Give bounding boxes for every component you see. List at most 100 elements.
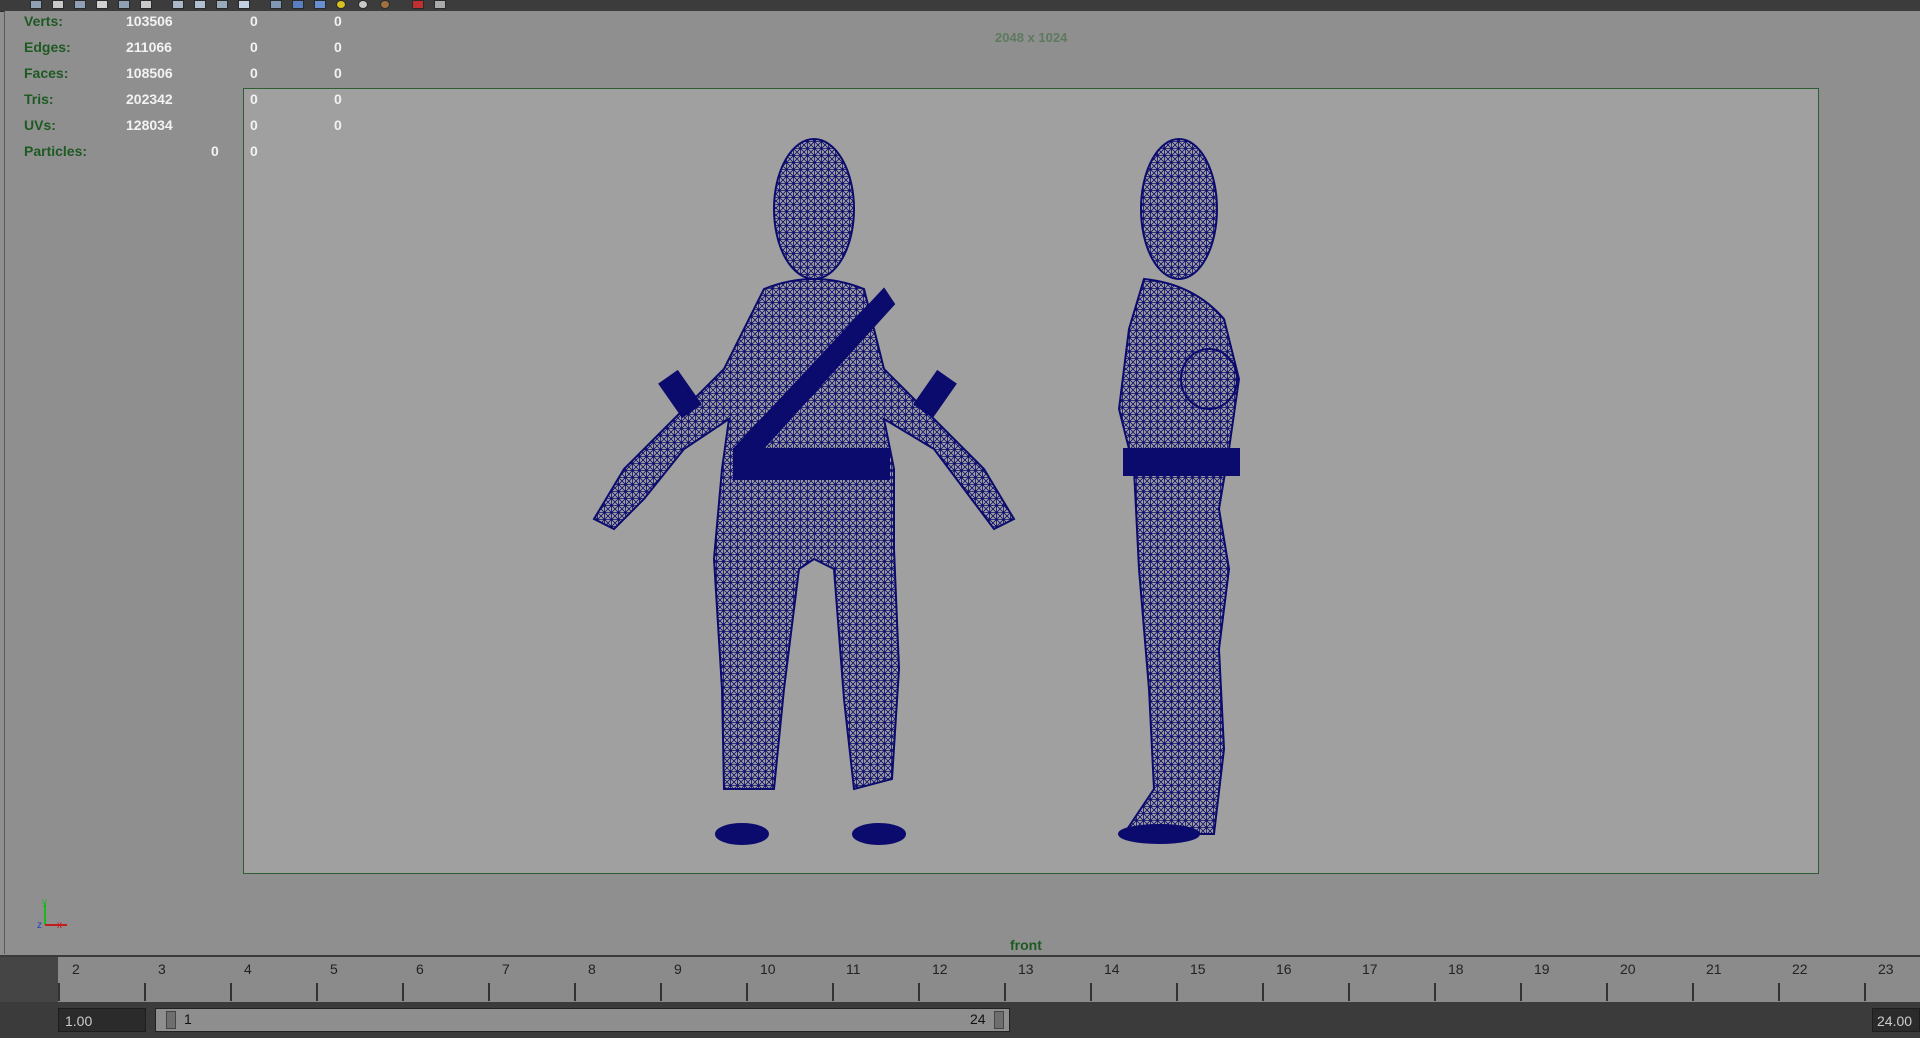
camera-name-label: front [1010,937,1042,953]
hud-stat-value: 0 [250,143,258,159]
layout-icon[interactable] [434,0,446,9]
range-start-handle[interactable] [166,1011,176,1029]
light-icon[interactable] [336,0,346,9]
range-slider-track[interactable]: 1 24 [155,1008,1010,1032]
render-icon[interactable] [74,0,86,9]
hud-stat-value: 0 [334,117,342,133]
hud-stat-value: 103506 [126,13,173,29]
timeline-tick [918,983,920,1001]
range-slider-bar: 1.00 1 24 24.00 [0,1002,1920,1038]
hud-stat-value: 0 [334,39,342,55]
hud-stat-value: 0 [334,13,342,29]
timeline-tick [1348,983,1350,1001]
timeline-tick [1262,983,1264,1001]
time-slider[interactable]: 2 3 4 5 6 7 8 9 10 11 12 13 14 15 16 17 18 19 20 21 22 23 [0,955,1920,1004]
hud-stat-value: 0 [334,65,342,81]
timeline-tick-label: 17 [1362,961,1378,977]
front-character-wireframe[interactable] [592,138,1016,845]
timeline-tick-label: 3 [158,961,166,977]
timeline-tick [1606,983,1608,1001]
resolution-label: 2048 x 1024 [995,30,1068,45]
hud-stat-value: 0 [334,91,342,107]
timeline-tick-label: 12 [932,961,948,977]
axis-z-label: z [37,920,42,931]
timeline-tick [1864,983,1866,1001]
resolution-gate-icon[interactable] [216,0,228,9]
axis-x-label: x [57,920,62,931]
side-character-wireframe[interactable] [1117,138,1241,844]
hud-stat-value: 202342 [126,91,173,107]
hud-stat-value: 0 [250,13,258,29]
timeline-tick [1004,983,1006,1001]
timeline-tick [316,983,318,1001]
hud-stat-label: Edges: [24,39,71,55]
range-end-label: 24 [970,1011,986,1027]
hud-stat-value: 0 [211,143,219,159]
timeline-tick-label: 2 [72,961,80,977]
safe-action-icon[interactable] [238,0,250,9]
range-start-label: 1 [184,1011,192,1027]
smooth-shade-icon[interactable] [292,0,304,9]
hud-stat-value: 211066 [126,39,172,55]
hud-stat-label: Faces: [24,65,69,81]
hud-stat-label: Verts: [24,13,63,29]
timeline-tick-label: 21 [1706,961,1722,977]
grid-icon[interactable] [172,0,184,9]
timeline-tick-label: 18 [1448,961,1464,977]
hud-stat-value: 108506 [126,65,173,81]
timeline-tick-label: 16 [1276,961,1292,977]
viewport-panel[interactable]: 2048 x 1024 y z x front [4,11,1920,954]
timeline-tick [402,983,404,1001]
camera-icon[interactable] [118,0,130,9]
resolution-gate [243,88,1819,874]
paint-icon[interactable] [140,0,152,9]
timeline-tick [1434,983,1436,1001]
hud-stat-label: UVs: [24,117,56,133]
hud-stat-value: 128034 [126,117,173,133]
timeline-tick [1520,983,1522,1001]
timeline-tick [1090,983,1092,1001]
wireframe-icon[interactable] [270,0,282,9]
timeline-tick-label: 22 [1792,961,1808,977]
timeline-tick-label: 6 [416,961,424,977]
timeline-tick [746,983,748,1001]
xray-icon[interactable] [380,0,390,9]
texture-icon[interactable] [314,0,326,9]
timeline-tick-label: 13 [1018,961,1034,977]
timeline-tick-label: 14 [1104,961,1120,977]
end-time-field[interactable]: 24.00 [1872,1008,1920,1032]
shadow-icon[interactable] [358,0,368,9]
timeline-tick-label: 8 [588,961,596,977]
time-slider-cap [0,957,58,1004]
timeline-tick-label: 5 [330,961,338,977]
hud-stat-value: 0 [250,91,258,107]
timeline-tick-label: 11 [846,961,861,977]
isolate-icon[interactable] [412,0,424,9]
timeline-tick-label: 9 [674,961,682,977]
start-time-field[interactable]: 1.00 [58,1008,146,1032]
axis-y-label: y [42,897,47,908]
timeline-tick-label: 4 [244,961,252,977]
hud-stat-value: 0 [250,117,258,133]
timeline-tick-label: 10 [760,961,776,977]
film-gate-icon[interactable] [194,0,206,9]
axis-gizmo: y z x [37,897,77,933]
timeline-tick [230,983,232,1001]
timeline-tick-label: 7 [502,961,510,977]
hud-stat-value: 0 [250,39,258,55]
timeline-tick [574,983,576,1001]
render-icon[interactable] [96,0,108,9]
hud-stat-value: 0 [250,65,258,81]
range-end-handle[interactable] [994,1011,1004,1029]
timeline-tick [488,983,490,1001]
tool-icon[interactable] [30,0,42,9]
hud-stat-label: Particles: [24,143,88,159]
timeline-tick [832,983,834,1001]
timeline-tick-label: 20 [1620,961,1636,977]
timeline-tick-label: 15 [1190,961,1206,977]
character-wireframes[interactable] [244,89,1818,873]
tool-icon[interactable] [52,0,64,9]
timeline-tick [1692,983,1694,1001]
timeline-tick [1176,983,1178,1001]
timeline-tick [144,983,146,1001]
